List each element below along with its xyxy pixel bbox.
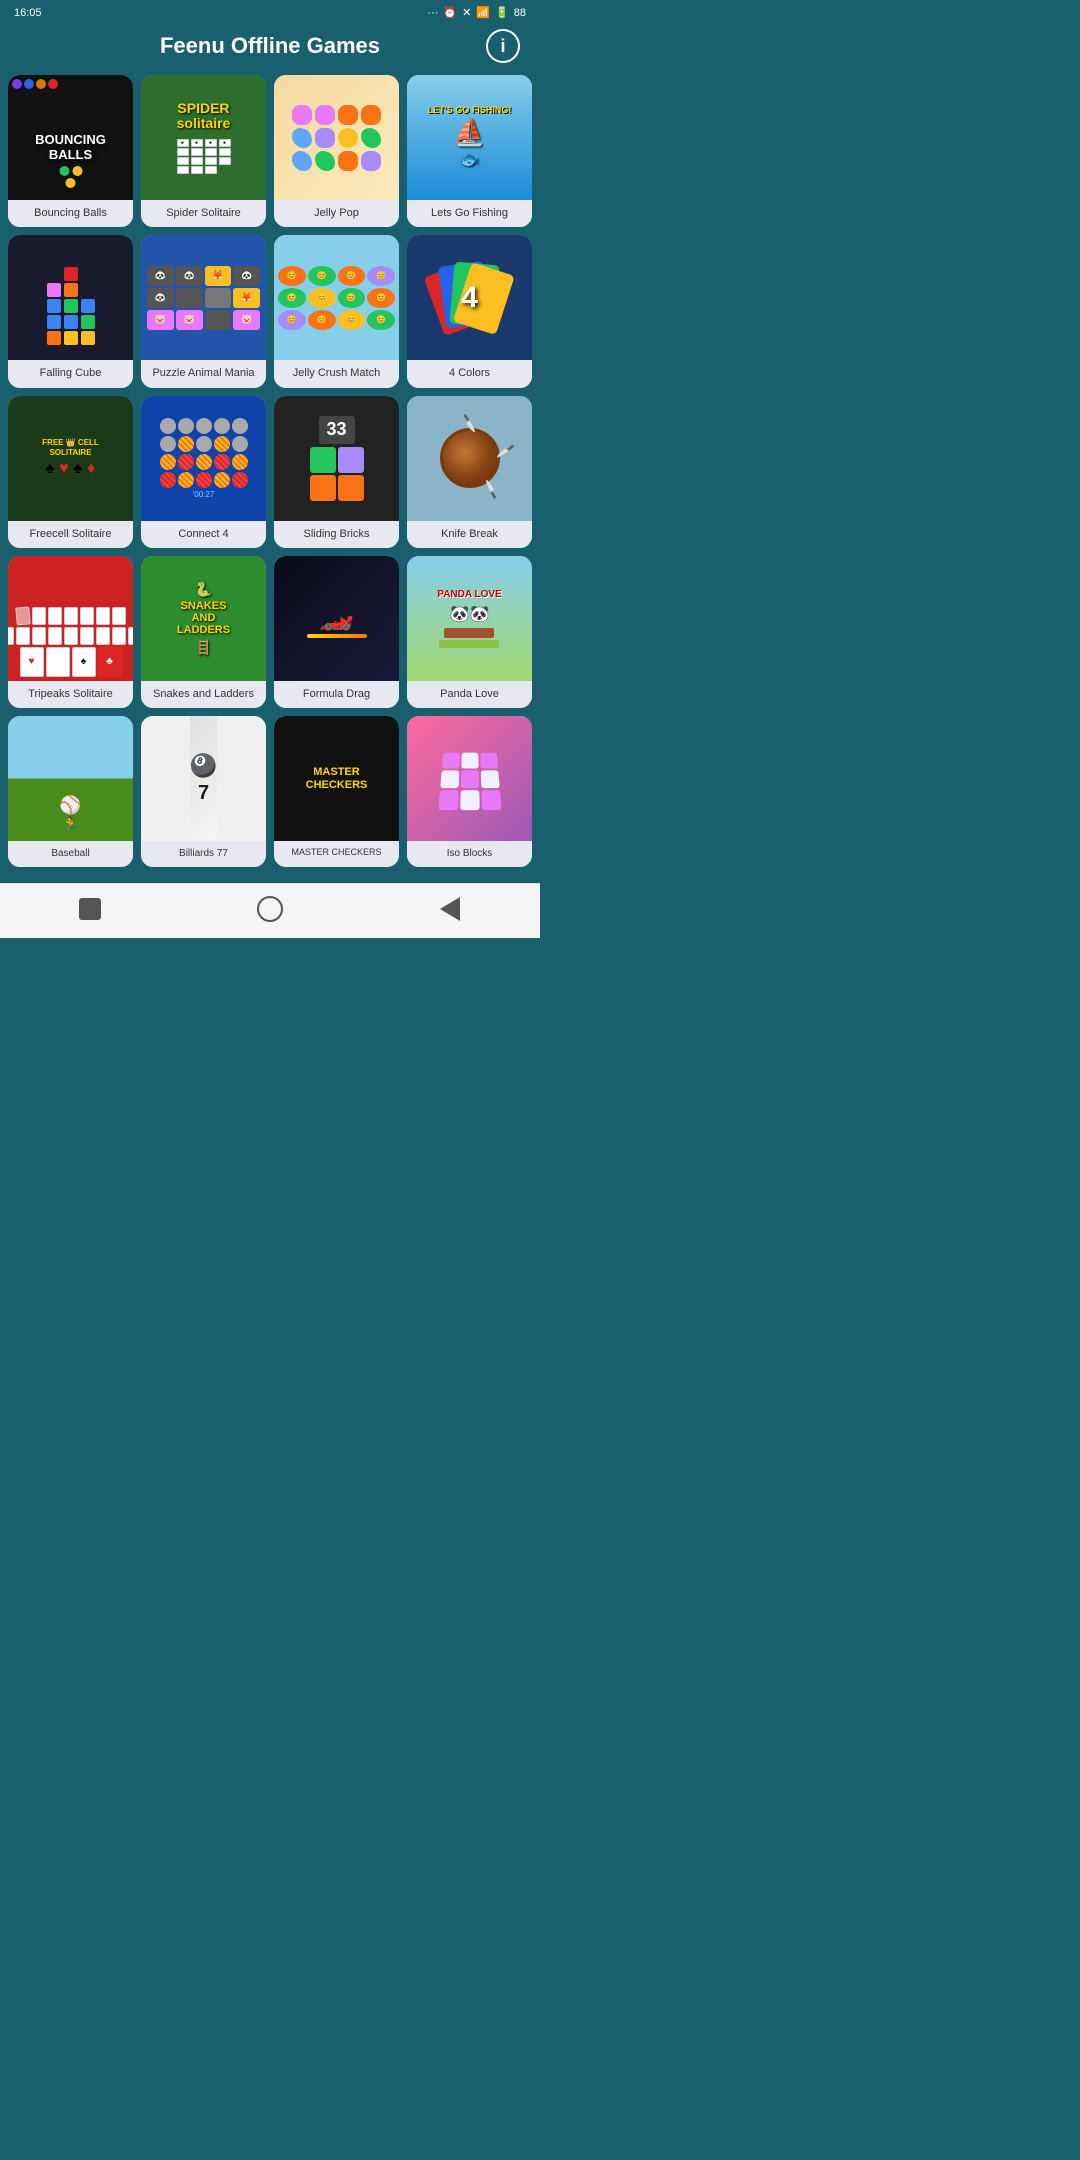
nav-bar [0, 883, 540, 938]
game-thumbnail-tripeaks-solitaire: ♥ ♠ ♣ [8, 556, 133, 681]
game-thumbnail-sliding-bricks: 33 [274, 396, 399, 521]
game-card-jelly-crush-match[interactable]: 😊 😊 😊 😊 😊 😊 😊 😊 😊 😊 😊 😊 Jelly Crush Matc… [274, 235, 399, 387]
game-thumbnail-spider-solitaire: SPIDERsolitaire ♠ ♠ ♠ [141, 75, 266, 200]
alarm-icon: ⏰ [443, 6, 457, 19]
game-label-spider-solitaire: Spider Solitaire [141, 200, 266, 227]
game-thumbnail-knife-break: 🔪 🔪 🔪 [407, 396, 532, 521]
game-thumbnail-jelly-pop [274, 75, 399, 200]
game-label-tripeaks-solitaire: Tripeaks Solitaire [8, 681, 133, 708]
header: Feenu Offline Games i [0, 23, 540, 75]
battery-level: 88 [514, 7, 526, 19]
game-card-jelly-pop[interactable]: Jelly Pop [274, 75, 399, 227]
game-card-connect-4[interactable]: '00:27 Connect 4 [141, 396, 266, 548]
game-thumbnail-freecell-solitaire: FREE 👑 CELLSOLITAIRE ♠ ♥ ♠ ♦ [8, 396, 133, 521]
game-thumbnail-panda-love: PANDA LOVE 🐼🐼 [407, 556, 532, 681]
game-label-panda-love: Panda Love [407, 681, 532, 708]
game-card-sliding-bricks[interactable]: 33 Sliding Bricks [274, 396, 399, 548]
game-card-spider-solitaire[interactable]: SPIDERsolitaire ♠ ♠ ♠ [141, 75, 266, 227]
game-card-baseball[interactable]: ⚾ 🏃 Baseball [8, 716, 133, 867]
game-card-lets-go-fishing[interactable]: LET'S GO FISHING! ⛵ 🐟 Lets Go Fishing [407, 75, 532, 227]
game-card-freecell-solitaire[interactable]: FREE 👑 CELLSOLITAIRE ♠ ♥ ♠ ♦ Freecell So… [8, 396, 133, 548]
dots-icon: ··· [427, 7, 438, 19]
game-label-lets-go-fishing: Lets Go Fishing [407, 200, 532, 227]
game-label-falling-cube: Falling Cube [8, 360, 133, 387]
game-label-connect-4: Connect 4 [141, 521, 266, 548]
status-time: 16:05 [14, 7, 42, 19]
nav-back-button[interactable] [435, 894, 465, 924]
game-label-iso-blocks: Iso Blocks [407, 841, 532, 867]
game-thumbnail-puzzle-animal-mania: 🐼 🐼 🦊 🐼 🐼 🦊 🐷 🐷 🐷 [141, 235, 266, 360]
game-card-billiards[interactable]: 🎱 7 Billiards 77 [141, 716, 266, 867]
dot [48, 79, 58, 89]
games-grid: BOUNCINGBALLS Bouncing Balls SPIDERsolit… [0, 75, 540, 875]
game-card-formula-drag[interactable]: 🏎️ Formula Drag [274, 556, 399, 708]
game-label-bouncing-balls: Bouncing Balls [8, 200, 133, 227]
game-card-bouncing-balls[interactable]: BOUNCINGBALLS Bouncing Balls [8, 75, 133, 227]
game-thumbnail-snakes-and-ladders: 🐍 SNAKESANDLADDERS 🪜 [141, 556, 266, 681]
game-thumbnail-4-colors: 4 [407, 235, 532, 360]
nav-home-button[interactable] [255, 894, 285, 924]
game-card-knife-break[interactable]: 🔪 🔪 🔪 Knife Break [407, 396, 532, 548]
game-label-freecell-solitaire: Freecell Solitaire [8, 521, 133, 548]
game-thumbnail-falling-cube [8, 235, 133, 360]
game-label-4-colors: 4 Colors [407, 360, 532, 387]
game-thumbnail-master-checkers: MASTERCHECKERS [274, 716, 399, 841]
battery-icon: 🔋 [495, 6, 509, 19]
app-title: Feenu Offline Games [160, 33, 380, 59]
game-card-iso-blocks[interactable]: Iso Blocks [407, 716, 532, 867]
game-card-falling-cube[interactable]: Falling Cube [8, 235, 133, 387]
game-thumbnail-lets-go-fishing: LET'S GO FISHING! ⛵ 🐟 [407, 75, 532, 200]
game-thumbnail-jelly-crush-match: 😊 😊 😊 😊 😊 😊 😊 😊 😊 😊 😊 😊 [274, 235, 399, 360]
game-card-4-colors[interactable]: 4 4 Colors [407, 235, 532, 387]
game-thumbnail-iso-blocks [407, 716, 532, 841]
game-card-tripeaks-solitaire[interactable]: ♥ ♠ ♣ Tripeaks Solitaire [8, 556, 133, 708]
game-label-jelly-pop: Jelly Pop [274, 200, 399, 227]
game-thumbnail-formula-drag: 🏎️ [274, 556, 399, 681]
game-card-puzzle-animal-mania[interactable]: 🐼 🐼 🦊 🐼 🐼 🦊 🐷 🐷 🐷 Puzzle Animal Mania [141, 235, 266, 387]
game-label-knife-break: Knife Break [407, 521, 532, 548]
status-bar: 16:05 ··· ⏰ ✕ 📶 🔋 88 [0, 0, 540, 23]
game-thumbnail-connect-4: '00:27 [141, 396, 266, 521]
game-label-sliding-bricks: Sliding Bricks [274, 521, 399, 548]
game-label-puzzle-animal-mania: Puzzle Animal Mania [141, 360, 266, 387]
nav-square-button[interactable] [75, 894, 105, 924]
nav-square-icon [79, 898, 101, 920]
game-label-baseball: Baseball [8, 841, 133, 867]
game-label-jelly-crush-match: Jelly Crush Match [274, 360, 399, 387]
dot [36, 79, 46, 89]
game-label-master-checkers: MASTER CHECKERS [274, 841, 399, 866]
close-icon: ✕ [462, 6, 471, 19]
game-thumbnail-bouncing-balls: BOUNCINGBALLS [8, 75, 133, 200]
game-card-master-checkers[interactable]: MASTERCHECKERS MASTER CHECKERS [274, 716, 399, 867]
game-thumbnail-baseball: ⚾ 🏃 [8, 716, 133, 841]
game-label-formula-drag: Formula Drag [274, 681, 399, 708]
game-label-billiards: Billiards 77 [141, 841, 266, 867]
game-card-panda-love[interactable]: PANDA LOVE 🐼🐼 Panda Love [407, 556, 532, 708]
wifi-icon: 📶 [476, 6, 490, 19]
game-label-snakes-and-ladders: Snakes and Ladders [141, 681, 266, 708]
nav-back-icon [440, 897, 460, 921]
game-thumbnail-billiards: 🎱 7 [141, 716, 266, 841]
dot [12, 79, 22, 89]
dot [24, 79, 34, 89]
nav-home-icon [257, 896, 283, 922]
info-button[interactable]: i [486, 29, 520, 63]
status-icons: ··· ⏰ ✕ 📶 🔋 88 [427, 6, 526, 19]
game-card-snakes-and-ladders[interactable]: 🐍 SNAKESANDLADDERS 🪜 Snakes and Ladders [141, 556, 266, 708]
